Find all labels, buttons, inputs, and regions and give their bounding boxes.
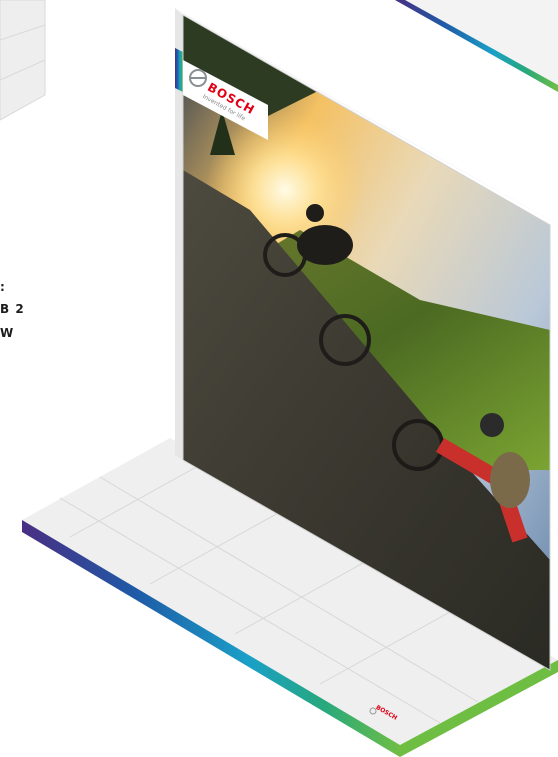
- booth-fragment-top-left: [0, 0, 46, 121]
- side-text-line-2: B 2: [0, 302, 25, 316]
- side-text-line-1: :: [0, 280, 6, 294]
- booth-fragment-top-right: [395, 0, 558, 92]
- booth-scene: [0, 0, 558, 757]
- side-text-line-3: W: [0, 326, 15, 340]
